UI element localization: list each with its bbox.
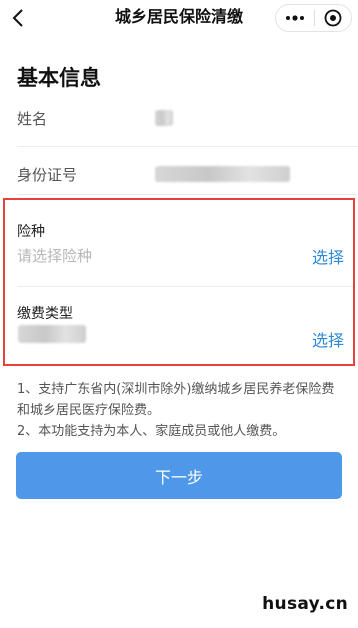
back-button[interactable] (6, 5, 30, 31)
target-close-icon (324, 9, 342, 27)
more-dots-icon (286, 15, 304, 21)
close-button[interactable] (315, 9, 351, 27)
divider (17, 286, 353, 287)
notes: 1、支持广东省内(深圳市除外)缴纳城乡居民养老保险费和城乡居民医疗保险费。 2、… (17, 379, 347, 442)
insurance-select-button[interactable]: 选择 (312, 244, 344, 268)
page-title: 城乡居民保险清缴 (114, 7, 243, 26)
id-label: 身份证号 (17, 166, 78, 184)
chevron-left-icon (12, 9, 23, 27)
note-line-2: 2、本功能支持为本人、家庭成员或他人缴费。 (17, 424, 286, 439)
section-title: 基本信息 (17, 66, 101, 90)
divider (17, 146, 358, 147)
id-value-redacted (155, 166, 290, 182)
divider (17, 194, 358, 195)
nav-bar: 城乡居民保险清缴 (0, 0, 358, 36)
payment-select-button[interactable]: 选择 (312, 327, 344, 351)
name-label: 姓名 (17, 110, 48, 128)
more-button[interactable] (276, 15, 314, 21)
insurance-placeholder[interactable]: 请选择险种 (17, 245, 92, 266)
insurance-label: 险种 (17, 224, 45, 240)
name-value-redacted (155, 110, 173, 126)
payment-type-label: 缴费类型 (17, 306, 73, 322)
mini-program-capsule (275, 4, 352, 32)
watermark: husay.cn (262, 594, 348, 614)
next-button[interactable]: 下一步 (16, 452, 342, 499)
payment-type-value-redacted (18, 325, 86, 343)
note-line-1: 1、支持广东省内(深圳市除外)缴纳城乡居民养老保险费和城乡居民医疗保险费。 (17, 382, 335, 418)
